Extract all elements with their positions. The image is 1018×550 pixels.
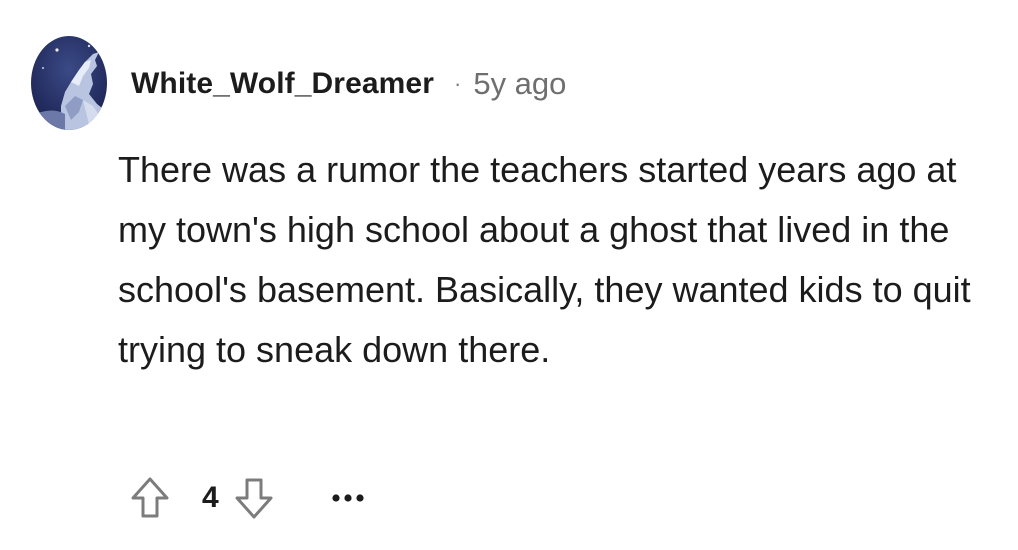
upvote-button[interactable] [128,474,172,522]
downvote-button[interactable] [232,474,276,522]
downvote-arrow-icon [235,478,273,519]
wolf-howling-avatar-icon [31,36,107,130]
comment-actions: 4 [128,474,372,522]
comment-header: White_Wolf_Dreamer · 5y ago [131,62,566,106]
vote-score: 4 [202,481,219,514]
more-options-icon [332,494,364,502]
comment-age: 5y ago [473,66,567,101]
more-options-button[interactable] [324,474,372,522]
comment: White_Wolf_Dreamer · 5y ago There was a … [0,0,1018,550]
author-name[interactable]: White_Wolf_Dreamer [131,67,434,101]
upvote-arrow-icon [131,477,169,518]
comment-body: There was a rumor the teachers started y… [118,149,971,370]
meta-separator: · [454,71,462,96]
avatar[interactable] [31,36,107,130]
